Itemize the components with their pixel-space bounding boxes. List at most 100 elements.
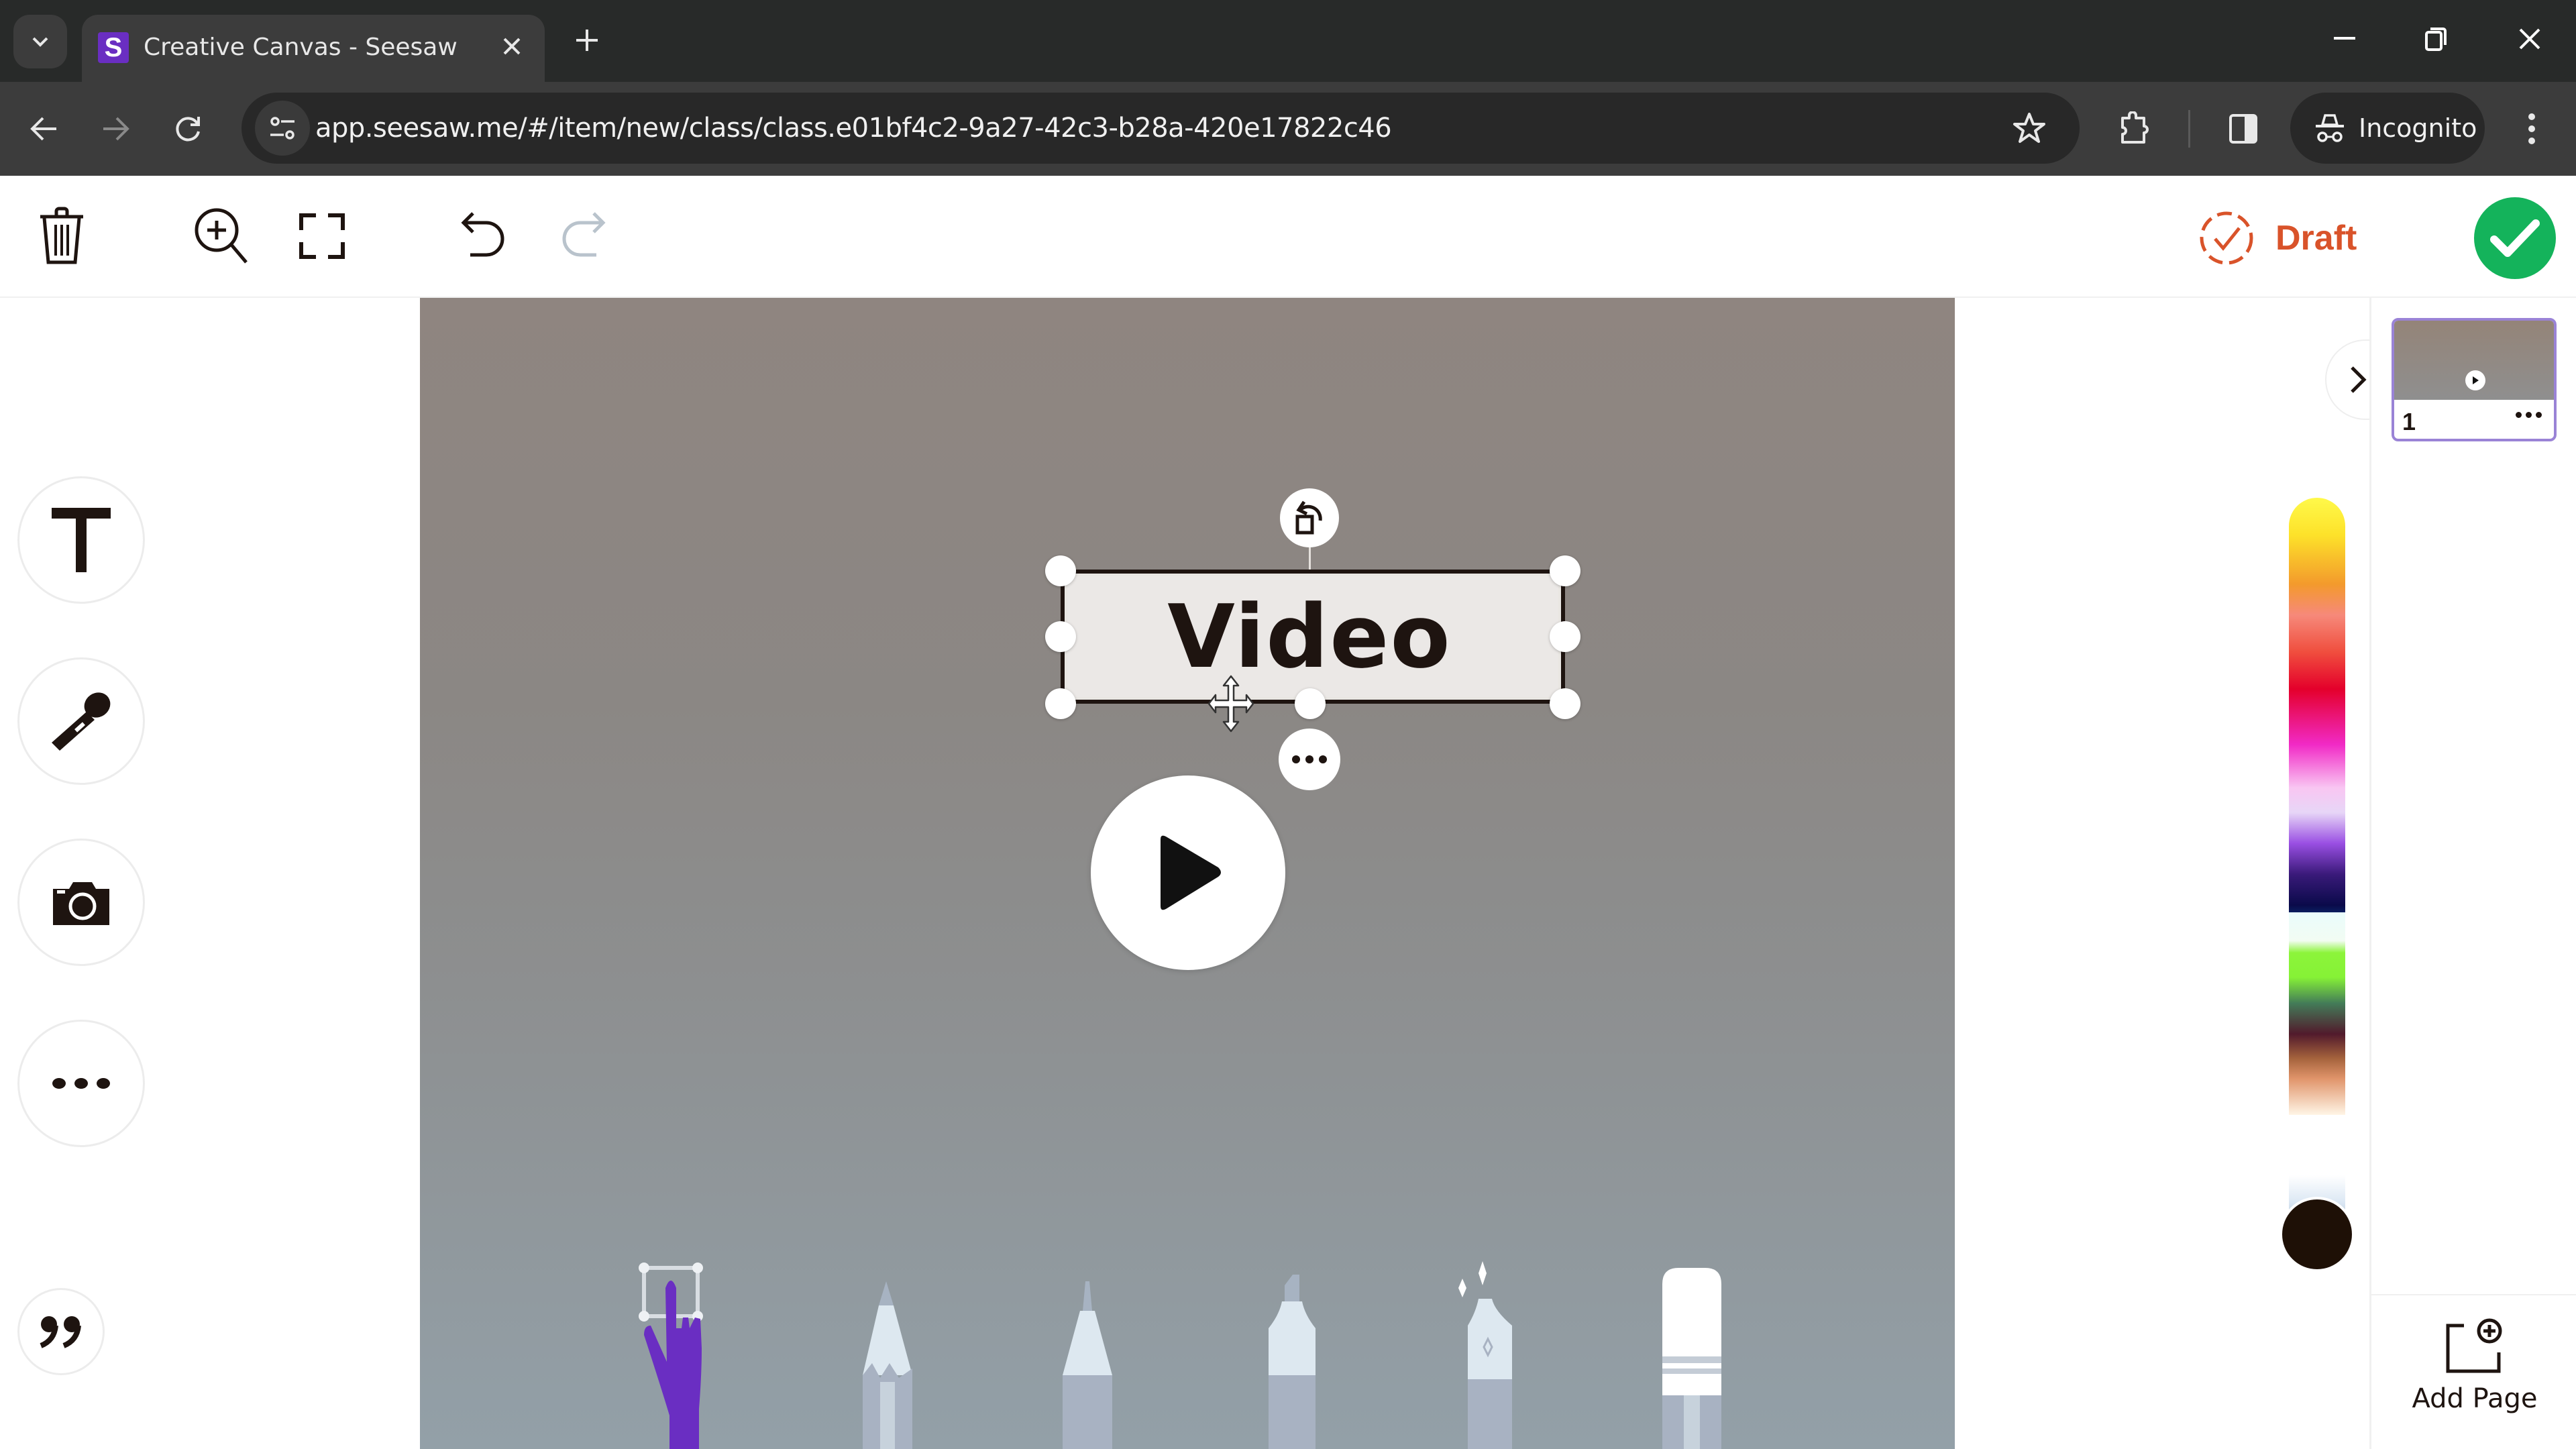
seesaw-favicon-icon: S bbox=[98, 32, 129, 63]
glitter-pen-icon bbox=[1458, 1261, 1512, 1449]
close-icon bbox=[2519, 28, 2540, 50]
side-panel-button[interactable] bbox=[2216, 102, 2270, 156]
undo-button[interactable] bbox=[449, 203, 517, 270]
reload-button[interactable] bbox=[161, 102, 215, 156]
restore-icon bbox=[2425, 28, 2447, 51]
tab-close-button[interactable] bbox=[495, 30, 529, 63]
app-toolbar: Draft bbox=[0, 176, 2576, 298]
rotate-connector bbox=[1309, 547, 1311, 572]
resize-handle-left[interactable] bbox=[1045, 621, 1076, 652]
resize-handle-top-right[interactable] bbox=[1550, 555, 1580, 586]
extensions-button[interactable] bbox=[2108, 102, 2161, 156]
minimize-button[interactable] bbox=[2308, 12, 2381, 66]
tab-title: Creative Canvas - Seesaw bbox=[144, 34, 458, 61]
camera-icon bbox=[53, 882, 109, 925]
browser-tab-bar: S Creative Canvas - Seesaw bbox=[0, 0, 2576, 82]
highlighter-tool[interactable] bbox=[1248, 1275, 1336, 1449]
play-icon bbox=[1161, 835, 1221, 910]
page-thumbnail[interactable]: 1 bbox=[2392, 318, 2557, 441]
dot bbox=[2516, 412, 2522, 418]
more-tools-button[interactable] bbox=[17, 1020, 145, 1147]
glitter-tool[interactable] bbox=[1446, 1261, 1540, 1449]
microphone-icon bbox=[52, 692, 111, 751]
browser-menu-button[interactable] bbox=[2505, 102, 2559, 156]
tune-icon bbox=[270, 117, 294, 140]
undo-icon bbox=[461, 212, 504, 257]
text-tool-button[interactable] bbox=[17, 476, 145, 604]
chevron-down-icon bbox=[32, 37, 48, 47]
arrow-left-icon bbox=[30, 117, 56, 141]
drawing-canvas[interactable]: Video bbox=[420, 298, 1955, 1449]
star-icon bbox=[2013, 113, 2045, 143]
object-options-button[interactable] bbox=[1279, 729, 1340, 790]
add-page-icon bbox=[2446, 1318, 2502, 1373]
audio-tool-button[interactable] bbox=[17, 657, 145, 785]
restore-button[interactable] bbox=[2399, 12, 2473, 66]
chevron-right-icon bbox=[2351, 366, 2367, 393]
fullscreen-icon bbox=[299, 213, 345, 259]
check-icon bbox=[2490, 219, 2540, 257]
divider bbox=[2371, 1294, 2576, 1295]
resize-handle-right[interactable] bbox=[1550, 621, 1580, 652]
trash-icon bbox=[40, 207, 83, 264]
address-bar[interactable]: app.seesaw.me/#/item/new/class/class.e01… bbox=[241, 93, 2080, 164]
incognito-profile-button[interactable]: Incognito bbox=[2290, 93, 2485, 164]
plus-icon bbox=[576, 30, 598, 51]
incognito-label: Incognito bbox=[2359, 113, 2477, 143]
video-play-button[interactable] bbox=[1091, 775, 1285, 970]
side-panel-icon bbox=[2229, 114, 2257, 144]
rotate-icon bbox=[1295, 500, 1322, 535]
color-picker-spectrum-lower[interactable] bbox=[2289, 912, 2345, 1115]
add-page-button[interactable]: Add Page bbox=[2371, 1318, 2576, 1438]
tab-search-button[interactable] bbox=[13, 15, 67, 68]
move-cursor-icon bbox=[1208, 675, 1254, 733]
draft-status: Draft bbox=[2199, 208, 2357, 268]
redo-icon bbox=[562, 212, 606, 257]
dashed-check-circle-icon bbox=[2200, 211, 2253, 265]
page-options-button[interactable] bbox=[2516, 412, 2542, 418]
resize-handle-bottom[interactable] bbox=[1295, 688, 1326, 719]
resize-handle-bottom-right[interactable] bbox=[1550, 688, 1580, 719]
dot bbox=[2536, 412, 2542, 418]
dot bbox=[1319, 755, 1327, 763]
camera-tool-button[interactable] bbox=[17, 839, 145, 966]
play-icon bbox=[2465, 370, 2485, 390]
zoom-in-icon bbox=[195, 208, 248, 264]
eraser-tool[interactable] bbox=[1648, 1268, 1735, 1449]
redo-button[interactable] bbox=[550, 203, 617, 270]
dot bbox=[2526, 412, 2532, 418]
forward-button[interactable] bbox=[89, 102, 142, 156]
fullscreen-button[interactable] bbox=[288, 203, 356, 270]
browser-tab-active[interactable]: S Creative Canvas - Seesaw bbox=[82, 15, 545, 82]
zoom-button[interactable] bbox=[188, 203, 255, 270]
pencil-tool[interactable] bbox=[843, 1281, 930, 1449]
marker-tool[interactable] bbox=[1044, 1281, 1131, 1449]
text-object-content[interactable]: Video bbox=[1167, 586, 1451, 688]
text-object-selected[interactable]: Video bbox=[1061, 570, 1565, 704]
resize-handle-top-left[interactable] bbox=[1045, 555, 1076, 586]
selected-color-swatch[interactable] bbox=[2279, 1197, 2355, 1272]
quote-tool-button[interactable] bbox=[17, 1288, 105, 1375]
kebab-menu-icon bbox=[2528, 113, 2535, 144]
hand-tool[interactable] bbox=[635, 1261, 735, 1449]
reload-icon bbox=[176, 117, 200, 142]
rotate-handle[interactable] bbox=[1280, 488, 1339, 547]
text-icon bbox=[52, 508, 111, 572]
back-button[interactable] bbox=[17, 102, 71, 156]
new-tab-button[interactable] bbox=[564, 20, 610, 60]
close-window-button[interactable] bbox=[2493, 12, 2567, 66]
add-page-label: Add Page bbox=[2412, 1383, 2538, 1414]
pencil-icon bbox=[863, 1281, 912, 1449]
site-info-button[interactable] bbox=[255, 101, 310, 156]
draft-label: Draft bbox=[2275, 219, 2357, 258]
bookmark-button[interactable] bbox=[2006, 105, 2053, 152]
pages-sidebar: 1 Add Page bbox=[2369, 298, 2576, 1449]
dot bbox=[1305, 755, 1313, 763]
delete-button[interactable] bbox=[28, 203, 95, 270]
browser-toolbar: app.seesaw.me/#/item/new/class/class.e01… bbox=[0, 82, 2576, 176]
submit-button[interactable] bbox=[2474, 197, 2556, 279]
resize-handle-bottom-left[interactable] bbox=[1045, 688, 1076, 719]
url-text[interactable]: app.seesaw.me/#/item/new/class/class.e01… bbox=[315, 93, 1392, 164]
highlighter-icon bbox=[1269, 1275, 1316, 1449]
more-horizontal-icon bbox=[52, 1078, 110, 1089]
